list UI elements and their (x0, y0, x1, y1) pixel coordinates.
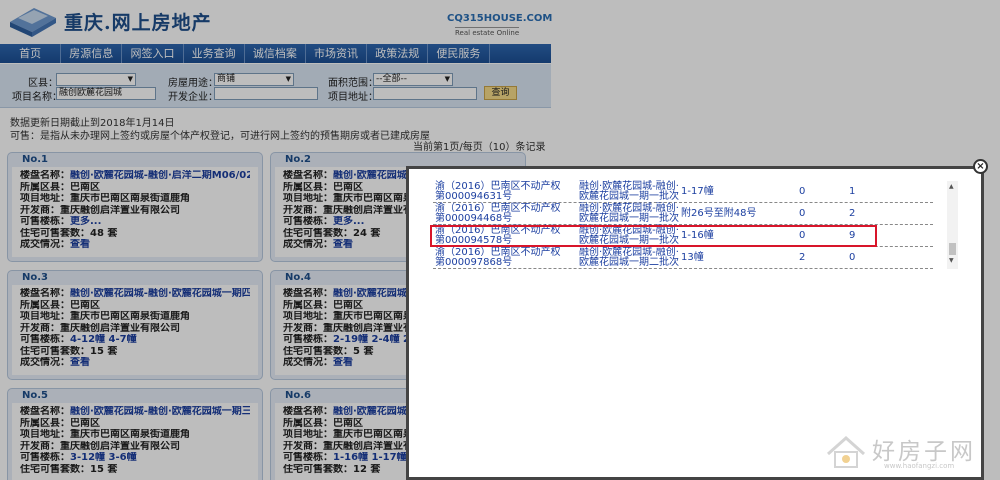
highlight-box (430, 225, 877, 247)
project-link[interactable]: 融创·欧麓花园城-融创·欧麓花园城一期一批次 (579, 204, 679, 224)
cert-link[interactable]: 渝（2016）巴南区不动产权第000094468号 (435, 204, 565, 224)
scroll-up-icon[interactable]: ▲ (949, 183, 954, 190)
project-link[interactable]: 融创·欧麓花园城-融创·欧麓花园城一期二批次 (579, 248, 679, 268)
modal-scrollbar[interactable]: ▲ ▼ (947, 181, 958, 269)
table-row: 渝（2016）巴南区不动产权第000097868号 融创·欧麓花园城-融创·欧麓… (433, 247, 933, 269)
count-a: 2 (799, 252, 806, 263)
close-icon[interactable]: × (973, 159, 988, 174)
count-b: 2 (849, 208, 856, 219)
count-a: 0 (799, 186, 806, 197)
scroll-thumb[interactable] (949, 243, 956, 255)
watermark-text: 好房子网 (872, 439, 976, 465)
count-b: 1 (849, 186, 856, 197)
watermark: 好房子网 www.haofangzi.com (824, 430, 994, 476)
table-row: 渝（2016）巴南区不动产权第000094468号 融创·欧麓花园城-融创·欧麓… (433, 203, 933, 225)
watermark-house-icon (827, 435, 865, 468)
count-a: 0 (799, 208, 806, 219)
cert-link[interactable]: 渝（2016）巴南区不动产权第000097868号 (435, 248, 565, 268)
count-b: 0 (849, 252, 856, 263)
watermark-url: www.haofangzi.com (884, 462, 955, 470)
building-link[interactable]: 附26号至附48号 (681, 209, 801, 219)
table-row: 渝（2016）巴南区不动产权第000094631号 融创·欧麓花园城-融创·欧麓… (433, 181, 933, 203)
building-link[interactable]: 1-17幢 (681, 187, 801, 197)
building-link[interactable]: 13幢 (681, 253, 801, 263)
cert-link[interactable]: 渝（2016）巴南区不动产权第000094631号 (435, 182, 565, 202)
project-link[interactable]: 融创·欧麓花园城-融创·欧麓花园城一期一批次 (579, 182, 679, 202)
scroll-down-icon[interactable]: ▼ (949, 257, 954, 264)
